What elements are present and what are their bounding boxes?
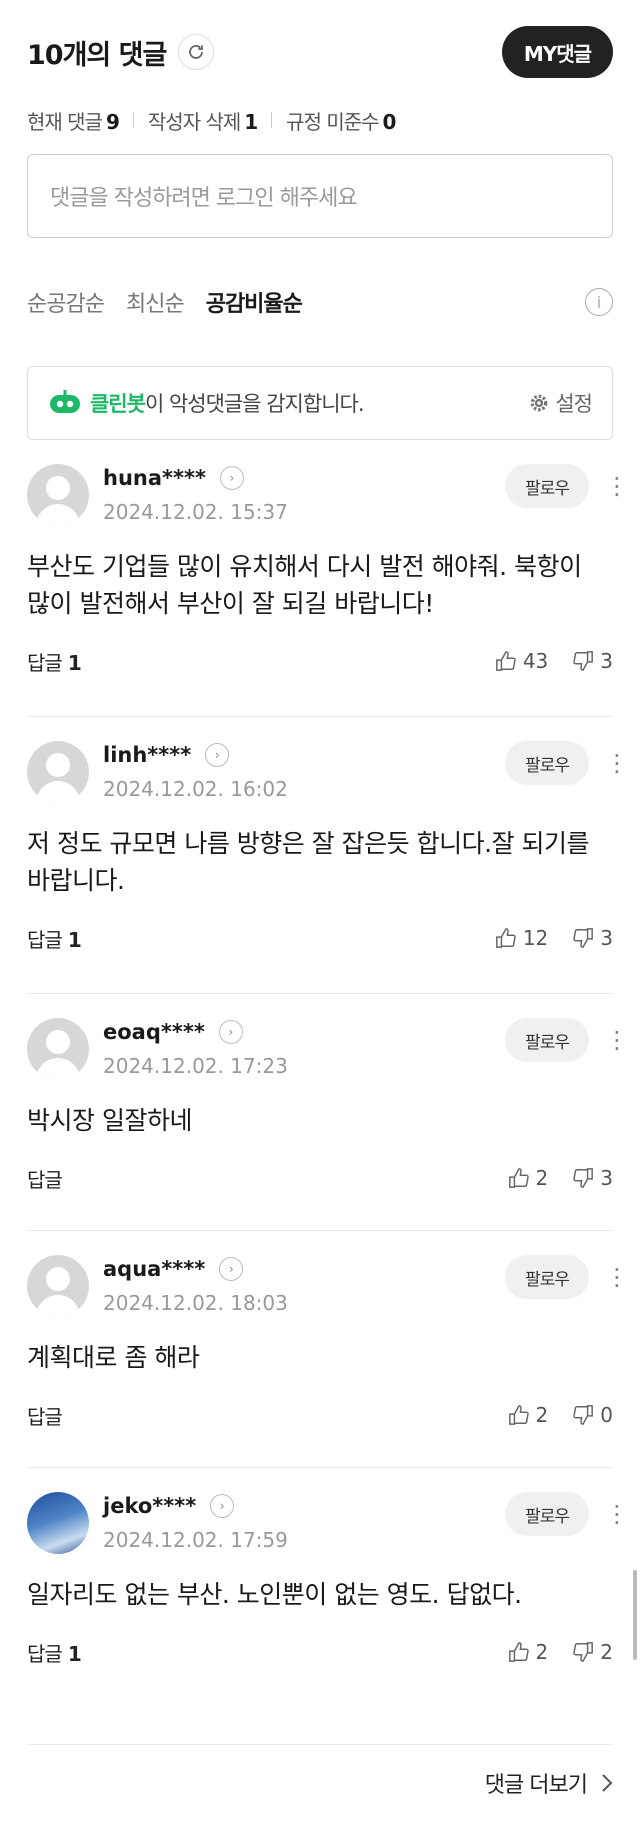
sort-ratio[interactable]: 공감비율순 (206, 286, 303, 318)
avatar[interactable] (27, 741, 89, 803)
thumbs-down-icon (573, 1168, 594, 1188)
avatar[interactable] (27, 1492, 89, 1554)
comment-item: linh**** › 2024.12.02. 16:02 팔로우 ⋮ 저 정도 … (27, 717, 629, 994)
load-more-label: 댓글 더보기 (484, 1773, 588, 1798)
follow-button[interactable]: 팔로우 (505, 1492, 589, 1536)
comment-text: 부산도 기업들 많이 유치해서 다시 발전 해야줘. 북항이 많이 발전해서 부… (27, 552, 582, 618)
chevron-right-icon[interactable]: › (219, 1257, 244, 1281)
chevron-right-icon[interactable]: › (205, 743, 230, 767)
stat-deleted: 작성자 삭제 1 (147, 109, 258, 134)
comment-date: 2024.12.02. 18:03 (103, 1291, 288, 1315)
thumbs-up-icon (495, 928, 516, 948)
username[interactable]: huna**** (103, 466, 206, 490)
dislike-button[interactable]: 3 (572, 649, 613, 673)
cleanbot-name: 클린봇 (90, 392, 146, 416)
like-button[interactable]: 2 (508, 1403, 548, 1427)
dislike-button[interactable]: 3 (572, 926, 613, 950)
reply-button[interactable]: 답글 (27, 1401, 68, 1430)
sort-latest[interactable]: 최신순 (126, 286, 185, 318)
comment-stats: 현재 댓글 9 작성자 삭제 1 규정 미준수 0 (27, 104, 613, 136)
thumbs-down-icon (573, 1642, 594, 1662)
comment-date: 2024.12.02. 17:59 (103, 1528, 288, 1552)
my-comments-button[interactable]: MY댓글 (501, 26, 613, 78)
avatar[interactable] (27, 1255, 89, 1317)
comment-list: huna**** › 2024.12.02. 15:37 팔로우 ⋮ 부산도 기… (27, 440, 629, 1745)
like-button[interactable]: 2 (508, 1166, 548, 1190)
comment-item: eoaq**** › 2024.12.02. 17:23 팔로우 ⋮ 박시장 일… (27, 994, 629, 1231)
chevron-right-icon[interactable]: › (219, 466, 244, 490)
dislike-button[interactable]: 2 (572, 1640, 613, 1664)
chevron-right-icon[interactable]: › (218, 1020, 243, 1044)
more-options-icon[interactable]: ⋮ (605, 474, 629, 498)
load-more-comments[interactable]: 댓글 더보기 (27, 1745, 613, 1821)
chevron-right-icon[interactable]: › (210, 1494, 235, 1518)
follow-button[interactable]: 팔로우 (505, 464, 589, 508)
thumbs-up-icon (508, 1168, 529, 1188)
comment-date: 2024.12.02. 15:37 (103, 500, 288, 524)
like-button[interactable]: 43 (495, 649, 548, 673)
gear-icon (531, 394, 548, 412)
more-options-icon[interactable]: ⋮ (605, 1265, 629, 1289)
chevron-right-icon (602, 1774, 613, 1792)
stat-current: 현재 댓글 9 (27, 109, 120, 134)
comment-date: 2024.12.02. 17:23 (103, 1054, 288, 1078)
follow-button[interactable]: 팔로우 (505, 1255, 589, 1299)
like-button[interactable]: 2 (508, 1640, 548, 1664)
comment-date: 2024.12.02. 16:02 (103, 777, 288, 801)
like-button[interactable]: 12 (495, 926, 548, 950)
dislike-button[interactable]: 3 (572, 1166, 613, 1190)
cleanbot-banner: 클린봇 이 악성댓글을 감지합니다. 설정 (27, 366, 613, 440)
sort-likes[interactable]: 순공감순 (27, 286, 105, 318)
more-options-icon[interactable]: ⋮ (605, 1028, 629, 1052)
reply-button[interactable]: 답글 1 (27, 647, 82, 676)
sort-options: 순공감순 최신순 공감비율순 (27, 286, 303, 318)
comment-text: 계획대로 좀 해라 (27, 1343, 200, 1372)
thumbs-up-icon (508, 1405, 529, 1425)
follow-button[interactable]: 팔로우 (505, 1018, 589, 1062)
reply-button[interactable]: 답글 1 (27, 924, 82, 953)
more-options-icon[interactable]: ⋮ (605, 751, 629, 775)
cleanbot-text: 이 악성댓글을 감지합니다. (144, 392, 365, 416)
thumbs-down-icon (573, 651, 594, 671)
divider (271, 112, 273, 128)
refresh-icon[interactable] (178, 34, 215, 70)
comments-header: 10개의 댓글 MY댓글 (27, 0, 613, 104)
username[interactable]: jeko**** (103, 1494, 196, 1518)
reply-button[interactable]: 답글 1 (27, 1638, 82, 1667)
avatar[interactable] (27, 1018, 89, 1080)
comment-item: aqua**** › 2024.12.02. 18:03 팔로우 ⋮ 계획대로 … (27, 1231, 629, 1468)
comment-text: 박시장 일잘하네 (27, 1106, 192, 1135)
sort-bar: 순공감순 최신순 공감비율순 i (27, 238, 613, 366)
header-left: 10개의 댓글 (27, 33, 215, 72)
thumbs-up-icon (495, 651, 516, 671)
stat-violation: 규정 미준수 0 (286, 109, 396, 134)
cleanbot-icon (50, 390, 80, 413)
username[interactable]: linh**** (103, 743, 191, 767)
comment-count-title: 10개의 댓글 (27, 39, 167, 71)
reply-button[interactable]: 답글 (27, 1164, 68, 1193)
avatar[interactable] (27, 464, 89, 526)
thumbs-up-icon (508, 1642, 529, 1662)
thumbs-down-icon (573, 928, 594, 948)
divider (132, 112, 134, 128)
dislike-button[interactable]: 0 (572, 1403, 613, 1427)
username[interactable]: aqua**** (103, 1257, 205, 1281)
cleanbot-settings[interactable]: 설정 (529, 388, 593, 418)
comment-text: 저 정도 규모면 나름 방향은 잘 잡은듯 합니다.잘 되기를 바랍니다. (27, 829, 590, 895)
comment-item: huna**** › 2024.12.02. 15:37 팔로우 ⋮ 부산도 기… (27, 440, 629, 717)
settings-label: 설정 (555, 392, 593, 416)
thumbs-down-icon (573, 1405, 594, 1425)
username[interactable]: eoaq**** (103, 1020, 205, 1044)
info-icon[interactable]: i (585, 288, 613, 316)
scrollbar[interactable] (633, 1570, 637, 1660)
comment-text: 일자리도 없는 부산. 노인뿐이 없는 영도. 답없다. (27, 1580, 522, 1609)
comment-input[interactable]: 댓글을 작성하려면 로그인 해주세요 (27, 154, 613, 238)
follow-button[interactable]: 팔로우 (505, 741, 589, 785)
comment-item: jeko**** › 2024.12.02. 17:59 팔로우 ⋮ 일자리도 … (27, 1468, 629, 1745)
more-options-icon[interactable]: ⋮ (605, 1502, 629, 1526)
